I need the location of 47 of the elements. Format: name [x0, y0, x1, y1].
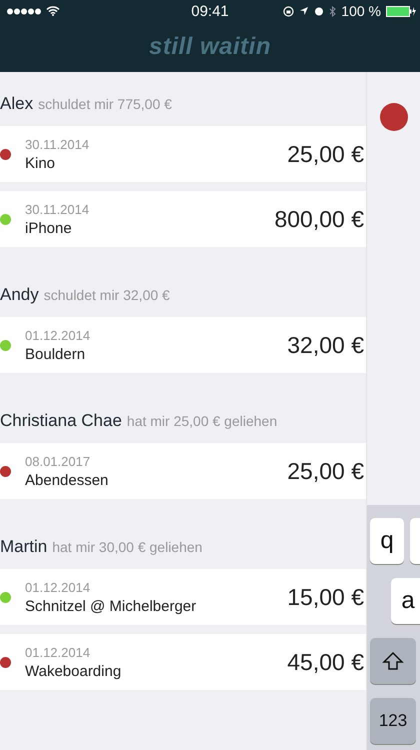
entry-date: 01.12.2014 — [25, 580, 92, 594]
entry-date: 08.01.2017 — [25, 454, 92, 468]
debt-summary: hat mir 30,00 € geliehen — [52, 539, 202, 555]
entry-title: Bouldern — [25, 346, 86, 362]
bluetooth-icon — [329, 6, 336, 16]
entry-date: 01.12.2014 — [25, 644, 92, 660]
entry-title: Kino — [25, 154, 56, 172]
entry-amount: 800,00 € — [274, 206, 364, 232]
signal-icon — [7, 8, 41, 14]
entry-title: Schnitzel @ Michelberger — [25, 598, 198, 614]
person-name: Martin — [0, 537, 48, 557]
entry-amount: 25,00 € — [287, 140, 364, 168]
person-name: Christiana Chae — [0, 411, 122, 431]
numbers-key[interactable]: 123 — [370, 698, 416, 744]
debt-summary: schuldet mir 32,00 € — [44, 287, 170, 303]
entry-card[interactable]: 30.11.2014 iPhone 800,00 € — [0, 191, 366, 247]
battery-icon — [386, 6, 416, 16]
status-time: 09:41 — [191, 2, 229, 20]
person-name: Alex — [0, 94, 34, 114]
entry-card[interactable]: 01.12.2014 Bouldern 32,00 € — [0, 317, 366, 373]
person-name: Andy — [0, 285, 39, 305]
entry-amount: 25,00 € — [287, 458, 364, 484]
entry-card[interactable]: 08.01.2017 Abendessen 25,00 € — [0, 443, 366, 499]
entry-title: Abendessen — [25, 472, 110, 488]
key[interactable]: q — [370, 518, 404, 564]
entry-amount: 45,00 € — [287, 648, 364, 676]
entry-card[interactable]: 01.12.2014 Schnitzel @ Michelberger 15,00 € — [0, 569, 366, 625]
entry-date: 01.12.2014 — [25, 328, 92, 342]
app-logo: still waitin — [148, 33, 271, 61]
location-icon — [299, 6, 310, 16]
entry-amount: 15,00 € — [287, 584, 364, 610]
status-dot[interactable] — [380, 103, 408, 131]
entry-card[interactable]: 30.11.2014 Kino 25,00 € — [0, 126, 366, 182]
debt-summary: schuldet mir 775,00 € — [38, 96, 172, 112]
rotation-lock-icon — [283, 6, 294, 16]
shift-key[interactable] — [370, 638, 416, 684]
debt-summary: hat mir 25,00 € geliehen — [126, 413, 278, 429]
battery-percent: 100 % — [341, 3, 381, 19]
entry-date: 30.11.2014 — [25, 136, 90, 152]
wifi-icon — [46, 6, 60, 16]
entry-amount: 32,00 € — [287, 332, 364, 358]
entry-card[interactable]: 01.12.2014 Wakeboarding 45,00 € — [0, 634, 366, 690]
entry-title: iPhone — [25, 220, 73, 236]
entry-date: 30.11.2014 — [25, 202, 90, 216]
entry-title: Wakeboarding — [25, 662, 122, 680]
shift-icon — [382, 651, 404, 671]
key[interactable]: a — [391, 578, 420, 624]
